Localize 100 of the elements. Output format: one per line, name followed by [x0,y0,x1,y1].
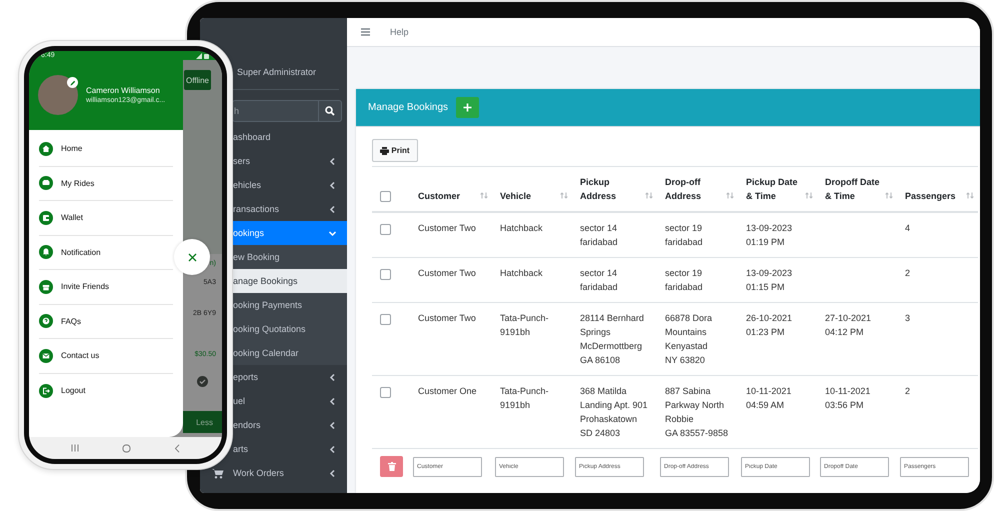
sidebar-item[interactable]: ashboard [232,125,347,149]
sidebar-item[interactable]: ransactions [232,197,347,221]
table-cell-text: 28114 Bernhard Springs McDermottberg GA 86108 [580,312,644,367]
drawer-menu-item[interactable]: Wallet [39,201,173,236]
table-cell-text: sector 14 faridabad [580,267,618,294]
sidebar-subitem[interactable]: ooking Quotations [232,317,347,341]
checkbox[interactable] [380,268,391,280]
drawer-menu-item[interactable]: FAQs [39,304,173,339]
sort-icon [560,192,568,199]
sidebar-item[interactable]: ookings [232,221,347,245]
checkbox[interactable] [380,191,391,202]
print-button[interactable]: Print [372,139,418,162]
sidebar-item[interactable]: Work Orders [200,461,347,485]
sidebar-item[interactable]: sers [232,149,347,173]
table-cell-text: 26-10-2021 01:23 PM [746,312,792,339]
wallet-icon [39,210,53,225]
user-name: Super Administrator [237,67,316,77]
delete-button[interactable] [380,456,403,477]
chevron-left-icon [328,372,337,382]
table-cell-text: 10-11-2021 04:59 AM [746,385,792,412]
sidebar-item[interactable]: eports [232,365,347,389]
sidebar-subitem[interactable]: ooking Payments [232,293,347,317]
table-cell-text: 13-09-2023 01:19 PM [746,222,792,249]
column-header[interactable]: Dropoff Date & Time [825,175,880,203]
sort-icon [480,192,488,199]
drawer-menu-item[interactable]: Invite Friends [39,270,173,304]
user-name: Cameron Williamson [86,86,161,95]
gift-icon [39,280,53,294]
table-cell-text: 10-11-2021 03:56 PM [825,385,870,412]
table-cell-text: 3 [905,312,910,325]
less-button[interactable]: Less [183,411,222,433]
table-cell-text: Tata-Punch- 9191bh [500,385,549,412]
avatar [38,75,78,115]
table-cell-text: Hatchback [500,267,543,280]
column-header[interactable]: Pickup Address [580,175,616,203]
sidebar-subitem[interactable]: anage Bookings [232,269,347,293]
sidebar-subitem[interactable]: ew Booking [232,245,347,269]
back-icon [174,444,180,452]
cart-icon [212,468,224,478]
recents-icon [70,444,79,452]
sort-icon [966,192,974,199]
table-cell-text: sector 19 faridabad [665,267,703,294]
chevron-left-icon [328,180,337,190]
column-header[interactable]: Vehicle [500,189,532,203]
logout-icon [39,384,53,398]
table-cell-text: Tata-Punch- 9191bh [500,312,549,339]
table-cell-text: sector 19 faridabad [665,222,703,249]
column-header[interactable]: Pickup Date & Time [746,175,798,203]
checkbox[interactable] [380,224,391,235]
car-icon [39,176,53,190]
menu-icon [361,28,370,36]
table-cell-text: Hatchback [500,222,543,235]
card-title: Manage Bookings [368,102,448,113]
sort-icon [805,192,813,199]
add-button[interactable] [456,97,480,118]
column-header[interactable]: Passengers [905,189,956,203]
drawer-menu-item[interactable]: Notification [39,236,173,270]
sidebar-item[interactable]: ehicles [232,173,347,197]
table-cell-text: Customer Two [418,312,476,325]
checkbox[interactable] [380,314,391,325]
home-icon [39,142,53,156]
table-cell-text: 887 Sabina Parkway North Robbie GA 83557-9858 [665,385,728,440]
chevron-left-icon [328,156,337,166]
chevron-left-icon [328,468,337,478]
help-link[interactable]: Help [390,27,409,37]
table-cell-text: 27-10-2021 04:12 PM [825,312,872,339]
sidebar-item[interactable]: arts [232,437,347,461]
table-cell-text: 4 [905,222,910,235]
close-icon [188,252,196,262]
offline-button[interactable]: Offline [184,70,211,90]
table-cell-text: Customer Two [418,267,476,280]
table-cell-text: Customer One [418,385,477,398]
help-icon [39,314,53,328]
chevron-left-icon [328,444,337,454]
sort-icon [726,192,734,199]
drawer-menu-item[interactable]: Contact us [39,339,173,374]
sort-icon [885,192,893,199]
sidebar-subitem[interactable]: ooking Calendar [232,341,347,365]
search-button[interactable] [318,100,342,122]
chevron-down-icon [328,228,337,238]
printer-icon [380,146,390,154]
search-field[interactable]: h [232,100,318,122]
table-cell-text: 13-09-2023 01:15 PM [746,267,792,294]
table-cell-text: 66878 Dora Mountains Kenyastad NY 63820 [665,312,712,367]
home-icon [122,444,131,452]
table-cell-text: sector 14 faridabad [580,222,618,249]
edit-badge[interactable] [67,77,78,88]
plus-icon [463,103,472,112]
sidebar-item[interactable]: uel [232,389,347,413]
chevron-left-icon [328,204,337,214]
checkbox[interactable] [380,386,391,398]
column-header[interactable]: Customer [418,189,460,203]
drawer-menu-item[interactable]: Logout [39,374,173,408]
column-header[interactable]: Drop-off Address [665,175,702,203]
drawer-menu-item[interactable]: My Rides [39,166,173,201]
sidebar-item[interactable]: endors [232,413,347,437]
drawer-menu-item[interactable]: Home [39,132,173,166]
table-cell-text: 2 [905,267,910,280]
trash-icon [388,462,396,471]
pencil-icon [70,80,76,86]
